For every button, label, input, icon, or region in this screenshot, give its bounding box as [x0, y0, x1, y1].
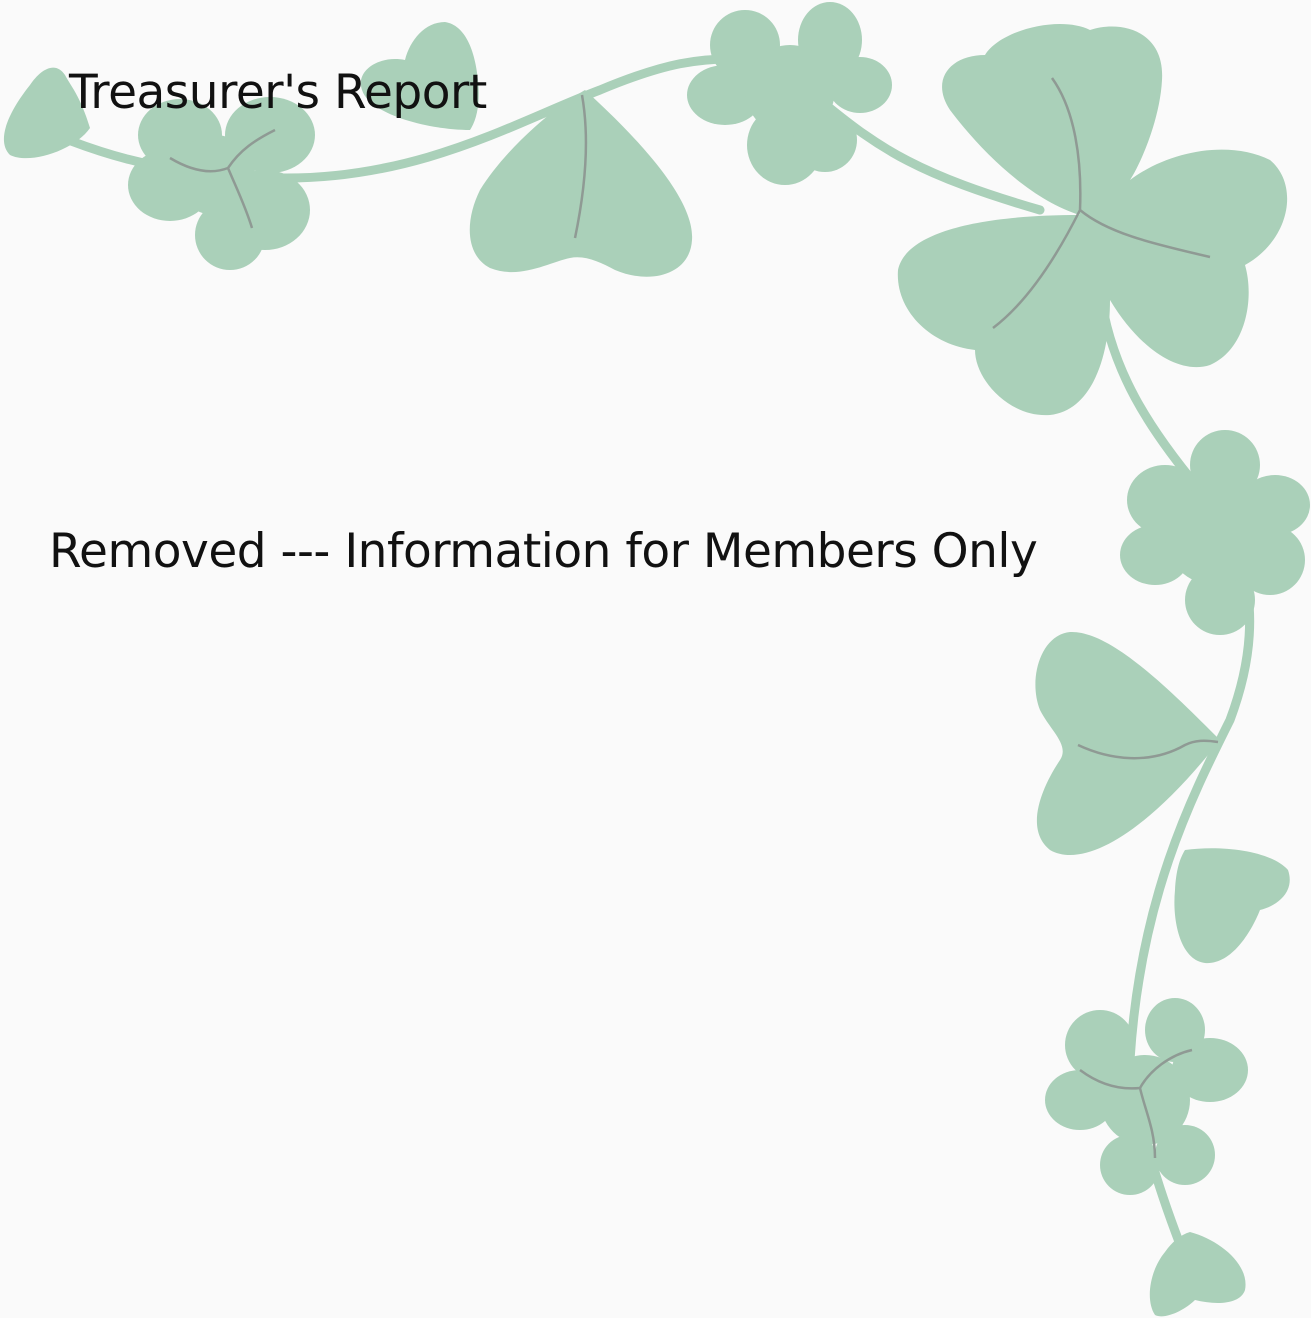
flower-clover	[687, 2, 892, 185]
page-title: Treasurer's Report	[69, 65, 487, 120]
flower-clover	[1120, 430, 1310, 635]
small-clover	[1045, 998, 1248, 1195]
members-only-notice: Removed --- Information for Members Only	[49, 524, 1038, 579]
page: Treasurer's Report Removed --- Informati…	[0, 0, 1311, 1318]
heart-leaf-large	[469, 90, 693, 277]
heart-leaf	[1174, 848, 1290, 964]
shamrock-vine-icon	[3, 2, 1310, 1317]
small-clover	[128, 97, 315, 270]
heart-leaf	[1149, 1232, 1246, 1317]
